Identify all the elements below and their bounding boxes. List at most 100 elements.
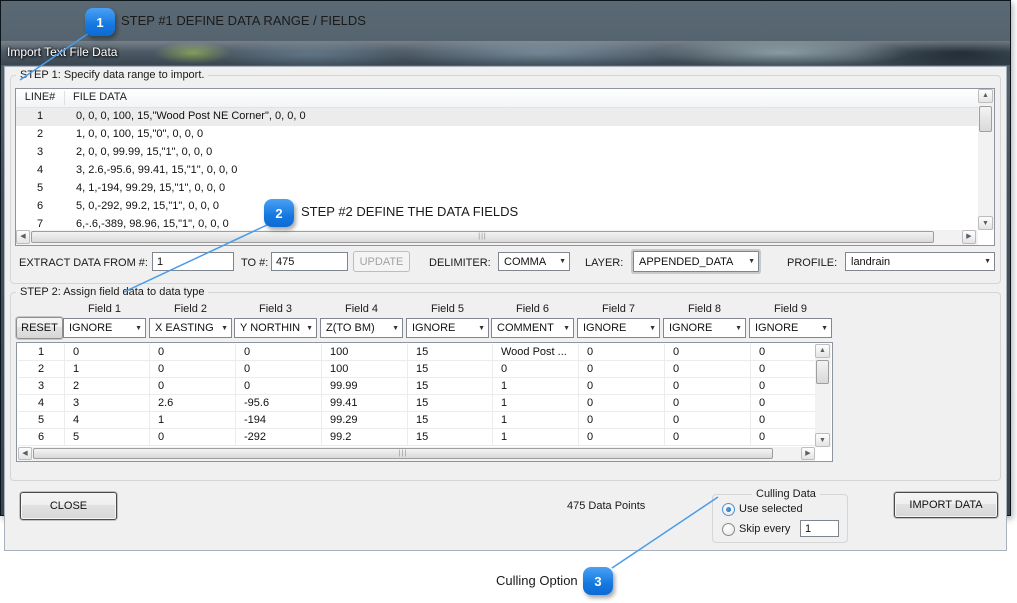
grid-horizontal-scrollbar[interactable]: ◀ ||| ▶ bbox=[18, 447, 815, 461]
window-titlebar[interactable] bbox=[1, 41, 1010, 65]
grid-cell: 15 bbox=[408, 395, 493, 412]
grid-cell: 15 bbox=[408, 378, 493, 395]
field-7-label: Field 7 bbox=[577, 303, 660, 315]
column-header-line[interactable]: LINE# bbox=[16, 91, 64, 103]
field-6-combo[interactable]: COMMENT▼ bbox=[491, 318, 574, 338]
scroll-down-icon[interactable]: ▼ bbox=[815, 433, 830, 447]
grid-cell: 0 bbox=[579, 378, 665, 395]
page: Import Text File Data STEP 1: Specify da… bbox=[0, 0, 1017, 603]
field-6-label: Field 6 bbox=[491, 303, 574, 315]
delimiter-combo[interactable]: COMMA ▼ bbox=[498, 252, 570, 271]
line-data: 6,-.6,-389, 98.96, 15,"1", 0, 0, 0 bbox=[76, 218, 229, 230]
grid-cell: 0 bbox=[665, 344, 751, 361]
vertical-scroll-thumb[interactable] bbox=[979, 106, 992, 132]
field-9-combo[interactable]: IGNORE▼ bbox=[749, 318, 832, 338]
grid-cell: 3 bbox=[65, 395, 150, 412]
grid-cell: 1 bbox=[150, 412, 236, 429]
field-5-combo[interactable]: IGNORE▼ bbox=[406, 318, 489, 338]
chevron-down-icon: ▼ bbox=[131, 325, 142, 332]
grid-cell: 2.6 bbox=[150, 395, 236, 412]
reset-button[interactable]: RESET bbox=[16, 317, 63, 339]
field-8-value: IGNORE bbox=[669, 322, 712, 334]
chevron-down-icon: ▼ bbox=[817, 325, 828, 332]
skip-every-label[interactable]: Skip every bbox=[739, 523, 790, 535]
file-data-row[interactable]: 3 2, 0, 0, 99.99, 15,"1", 0, 0, 0 bbox=[16, 144, 978, 162]
field-2-combo[interactable]: X EASTING▼ bbox=[149, 318, 232, 338]
file-data-row[interactable]: 5 4, 1,-194, 99.29, 15,"1", 0, 0, 0 bbox=[16, 180, 978, 198]
grid-cell: 2 bbox=[65, 378, 150, 395]
close-button[interactable]: CLOSE bbox=[20, 492, 117, 520]
grid-cell: -194 bbox=[236, 412, 322, 429]
grid-row[interactable]: 100010015Wood Post ...000 bbox=[18, 344, 815, 361]
column-header-filedata[interactable]: FILE DATA bbox=[73, 91, 127, 103]
field-1-combo[interactable]: IGNORE ▼ bbox=[63, 318, 146, 338]
horizontal-scroll-thumb[interactable]: ||| bbox=[31, 231, 934, 243]
field-6-value: COMMENT bbox=[497, 322, 554, 334]
chevron-down-icon: ▼ bbox=[555, 258, 566, 265]
grid-cell: 0 bbox=[579, 361, 665, 378]
file-data-row[interactable]: 1 0, 0, 0, 100, 15,"Wood Post NE Corner"… bbox=[16, 108, 978, 126]
skip-every-input[interactable] bbox=[800, 520, 839, 537]
scroll-up-icon[interactable]: ▲ bbox=[815, 344, 830, 358]
file-data-list[interactable]: LINE# FILE DATA 1 0, 0, 0, 100, 15,"Wood… bbox=[15, 88, 995, 246]
field-5-value: IGNORE bbox=[412, 322, 455, 334]
field-8-combo[interactable]: IGNORE▼ bbox=[663, 318, 746, 338]
scroll-right-icon[interactable]: ▶ bbox=[962, 230, 976, 244]
file-data-row[interactable]: 4 3, 2.6,-95.6, 99.41, 15,"1", 0, 0, 0 bbox=[16, 162, 978, 180]
grid-cell: 15 bbox=[408, 361, 493, 378]
grid-row[interactable]: 650-29299.2151000 bbox=[18, 429, 815, 446]
list-horizontal-scrollbar[interactable]: ◀ ||| ▶ bbox=[16, 230, 978, 245]
scroll-up-icon[interactable]: ▲ bbox=[978, 89, 993, 103]
grid-row[interactable]: 432.6-95.699.41151000 bbox=[18, 395, 815, 412]
list-header[interactable]: LINE# FILE DATA bbox=[16, 89, 978, 108]
scroll-right-icon[interactable]: ▶ bbox=[801, 447, 815, 460]
grid-cell: 100 bbox=[322, 361, 408, 378]
chevron-down-icon: ▼ bbox=[302, 325, 313, 332]
import-data-button[interactable]: IMPORT DATA bbox=[894, 492, 998, 518]
grid-cell: 2 bbox=[18, 361, 65, 378]
grid-cell: 15 bbox=[408, 344, 493, 361]
field-3-value: Y NORTHIN bbox=[240, 322, 300, 334]
skip-every-radio[interactable] bbox=[722, 523, 735, 536]
scroll-down-icon[interactable]: ▼ bbox=[978, 216, 993, 230]
field-5-label: Field 5 bbox=[406, 303, 489, 315]
grid-cell: 0 bbox=[751, 395, 815, 412]
layer-combo[interactable]: APPENDED_DATA ▼ bbox=[633, 251, 759, 272]
vertical-scroll-thumb[interactable] bbox=[816, 360, 829, 384]
use-selected-label[interactable]: Use selected bbox=[739, 503, 803, 515]
field-9-label: Field 9 bbox=[749, 303, 832, 315]
line-number: 2 bbox=[16, 128, 64, 140]
profile-combo[interactable]: landrain ▼ bbox=[845, 252, 995, 271]
line-number: 6 bbox=[16, 200, 64, 212]
file-data-row[interactable]: 2 1, 0, 0, 100, 15,"0", 0, 0, 0 bbox=[16, 126, 978, 144]
use-selected-radio[interactable] bbox=[722, 503, 735, 516]
grid-cell: 4 bbox=[18, 395, 65, 412]
extract-from-input[interactable] bbox=[152, 252, 234, 271]
field-4-combo[interactable]: Z(TO BM)▼ bbox=[320, 318, 403, 338]
horizontal-scroll-thumb[interactable]: ||| bbox=[33, 448, 773, 459]
grid-cell: 0 bbox=[579, 412, 665, 429]
grid-row[interactable]: 320099.99151000 bbox=[18, 378, 815, 395]
scroll-left-icon[interactable]: ◀ bbox=[16, 230, 30, 244]
line-number: 7 bbox=[16, 218, 64, 230]
field-1-value: IGNORE bbox=[69, 322, 112, 334]
field-data-grid[interactable]: 100010015Wood Post ...000 2100100150000 … bbox=[16, 342, 833, 462]
grid-cell: 0 bbox=[150, 429, 236, 446]
grid-row[interactable]: 541-19499.29151000 bbox=[18, 412, 815, 429]
extract-to-input[interactable] bbox=[271, 252, 348, 271]
field-3-combo[interactable]: Y NORTHIN▼ bbox=[234, 318, 317, 338]
grid-row[interactable]: 2100100150000 bbox=[18, 361, 815, 378]
extract-from-label: EXTRACT DATA FROM #: bbox=[19, 257, 148, 269]
grid-vertical-scrollbar[interactable]: ▲ ▼ bbox=[815, 344, 831, 447]
update-button[interactable]: UPDATE bbox=[353, 251, 410, 272]
grid-cell: 0 bbox=[665, 395, 751, 412]
grid-cell: 6 bbox=[18, 429, 65, 446]
profile-label: PROFILE: bbox=[787, 257, 837, 269]
grid-cell: -292 bbox=[236, 429, 322, 446]
grid-cell: 0 bbox=[150, 361, 236, 378]
list-vertical-scrollbar[interactable]: ▲ ▼ bbox=[978, 89, 994, 230]
field-7-combo[interactable]: IGNORE▼ bbox=[577, 318, 660, 338]
grid-cell: 0 bbox=[236, 344, 322, 361]
scroll-left-icon[interactable]: ◀ bbox=[18, 447, 32, 460]
grid-cell: 15 bbox=[408, 429, 493, 446]
